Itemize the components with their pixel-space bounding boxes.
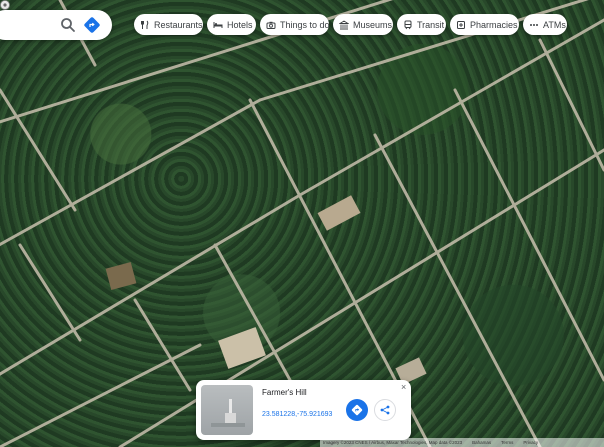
chip-museums[interactable]: Museums [333,14,393,35]
chip-atms[interactable]: ATMs [523,14,567,35]
chip-transit[interactable]: Transit [397,14,446,35]
directions-button[interactable] [346,399,368,421]
search-icon[interactable] [60,17,76,33]
chip-label: Museums [353,19,393,30]
close-icon[interactable]: × [401,383,406,392]
chip-hotels[interactable]: Hotels [207,14,256,35]
road [298,18,604,197]
map-attribution: Imagery ©2023 CNES / Airbus, Maxar Techn… [320,438,604,447]
fork-knife-icon [141,20,149,29]
share-button[interactable] [374,399,396,421]
chip-label: Pharmacies [470,19,518,30]
place-photo[interactable] [201,385,253,435]
directions-icon[interactable] [83,16,101,34]
search-input[interactable] [4,16,60,36]
building [317,195,361,231]
search-box[interactable] [0,10,112,40]
pharmacy-icon [457,20,465,29]
road [453,88,604,382]
chip-label: Transit [417,19,445,30]
more-icon [530,23,538,26]
chip-things-to-do[interactable]: Things to do [260,14,330,35]
road [0,98,262,247]
chip-label: Things to do [280,19,330,30]
chip-label: ATMs [543,19,566,30]
road [0,343,202,447]
place-photo-image [211,399,245,427]
camera-icon [266,21,276,29]
clearing [105,262,137,290]
bed-icon [213,21,223,28]
museum-icon [339,19,349,29]
train-icon [404,20,412,29]
map-pin-icon[interactable] [0,0,10,10]
place-coordinates[interactable]: 23.581228,-75.921693 [262,411,332,418]
road [0,88,77,212]
place-card[interactable]: Farmer's Hill 23.581228,-75.921693 × [196,380,411,440]
attribution-link-privacy[interactable]: Privacy [523,440,538,445]
directions-icon [351,404,363,416]
chip-label: Restaurants [154,19,203,30]
attribution-link-country[interactable]: Bahamas [472,440,491,445]
chip-label: Hotels [227,19,253,30]
chip-restaurants[interactable]: Restaurants [134,14,203,35]
attribution-text: Imagery ©2023 CNES / Airbus, Maxar Techn… [323,440,463,445]
place-title[interactable]: Farmer's Hill [262,388,307,397]
road [133,298,192,392]
road [18,243,82,342]
road [538,38,604,172]
share-icon [380,405,390,415]
attribution-link-terms[interactable]: Terms [501,440,513,445]
chip-pharmacies[interactable]: Pharmacies [450,14,519,35]
